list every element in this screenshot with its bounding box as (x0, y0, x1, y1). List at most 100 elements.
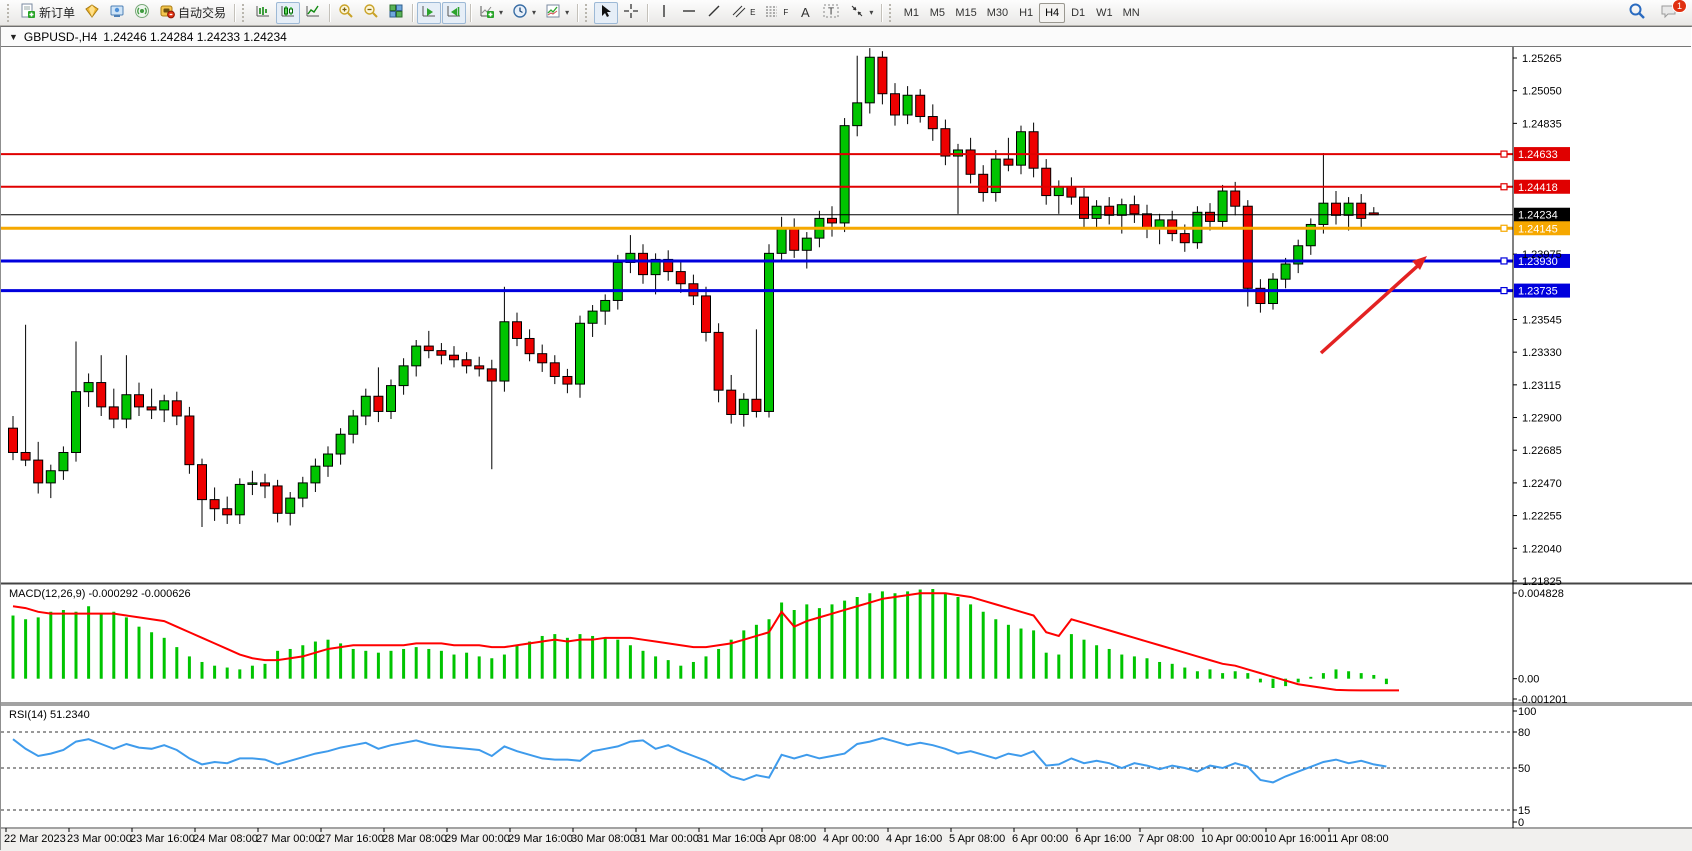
svg-text:23 Mar 16:00: 23 Mar 16:00 (130, 833, 195, 845)
new-order-button[interactable]: 新订单 (16, 2, 79, 24)
zoom-out-icon (363, 3, 379, 22)
market-watch-button[interactable] (105, 2, 129, 24)
indicators-button[interactable]: ▾ (475, 2, 507, 24)
svg-text:29 Mar 16:00: 29 Mar 16:00 (508, 833, 573, 845)
svg-text:1.23930: 1.23930 (1518, 256, 1558, 268)
timeframe-h1-button[interactable]: H1 (1013, 3, 1039, 23)
svg-text:10 Apr 16:00: 10 Apr 16:00 (1264, 833, 1326, 845)
svg-text:6 Apr 00:00: 6 Apr 00:00 (1012, 833, 1068, 845)
search-icon (1628, 2, 1646, 23)
svg-text:3 Apr 08:00: 3 Apr 08:00 (760, 833, 816, 845)
trendline-tool-button[interactable] (702, 2, 726, 24)
templates-button[interactable]: ▾ (541, 2, 573, 24)
candlestick-icon (280, 3, 296, 22)
toolbar-grip[interactable] (585, 4, 590, 22)
svg-text:1.23545: 1.23545 (1522, 314, 1562, 326)
bar-chart-icon (255, 3, 271, 22)
timeframe-m15-button[interactable]: M15 (950, 3, 981, 23)
toolbar-grip[interactable] (889, 4, 894, 22)
svg-text:T: T (828, 7, 834, 18)
text-label-tool-button[interactable]: T (818, 2, 844, 24)
text-tool-button[interactable]: A (793, 2, 817, 24)
chart-shift-button[interactable] (442, 2, 466, 24)
svg-text:1.21825: 1.21825 (1522, 576, 1562, 588)
zoom-out-button[interactable] (359, 2, 383, 24)
svg-text:1.23330: 1.23330 (1522, 347, 1562, 359)
text-label-icon: T (822, 3, 840, 22)
template-icon (545, 3, 561, 22)
timeframe-m30-button[interactable]: M30 (982, 3, 1013, 23)
line-chart-icon (305, 3, 321, 22)
svg-text:1.22685: 1.22685 (1522, 445, 1562, 457)
toolbar-grip[interactable] (7, 4, 12, 22)
svg-text:1.24835: 1.24835 (1522, 118, 1562, 130)
auto-trading-label: 自动交易 (178, 4, 226, 21)
svg-text:1.24234: 1.24234 (1518, 210, 1558, 222)
svg-text:11 Apr 08:00: 11 Apr 08:00 (1327, 833, 1389, 845)
text-tool-icon: A (801, 5, 810, 20)
candlestick-chart-type-button[interactable] (276, 2, 300, 24)
macd-label: MACD(12,26,9) -0.000292 -0.000626 (9, 588, 191, 600)
new-order-icon (20, 3, 36, 22)
svg-text:1.25265: 1.25265 (1522, 53, 1562, 65)
svg-text:24 Mar 08:00: 24 Mar 08:00 (193, 833, 258, 845)
toolbar-separator (647, 4, 648, 22)
svg-text:1.22900: 1.22900 (1522, 413, 1562, 425)
toolbar-grip[interactable] (242, 4, 247, 22)
gold-gem-icon (84, 3, 100, 22)
auto-scroll-button[interactable] (417, 2, 441, 24)
chart-title-bar[interactable]: ▼ GBPUSD-,H4 1.24246 1.24284 1.24233 1.2… (1, 27, 1691, 47)
vertical-line-tool-button[interactable] (652, 2, 676, 24)
crosshair-icon (623, 3, 639, 22)
timeframe-m1-button[interactable]: M1 (898, 3, 924, 23)
fibonacci-tag: F (783, 8, 788, 17)
new-order-label: 新订单 (39, 4, 75, 21)
timeframe-h4-button[interactable]: H4 (1039, 3, 1065, 23)
trendline-icon (706, 3, 722, 22)
svg-text:5 Apr 08:00: 5 Apr 08:00 (949, 833, 1005, 845)
svg-text:22 Mar 2023: 22 Mar 2023 (4, 833, 66, 845)
svg-text:4 Apr 00:00: 4 Apr 00:00 (823, 833, 879, 845)
zoom-in-button[interactable] (334, 2, 358, 24)
svg-text:6 Apr 16:00: 6 Apr 16:00 (1075, 833, 1131, 845)
cursor-tool-button[interactable] (594, 2, 618, 24)
svg-text:1.22255: 1.22255 (1522, 511, 1562, 523)
timeframe-mn-button[interactable]: MN (1118, 3, 1145, 23)
chart-window: ▼ GBPUSD-,H4 1.24246 1.24284 1.24233 1.2… (0, 26, 1692, 850)
chart-canvas[interactable]: MACD(12,26,9) -0.000292 -0.000626RSI(14)… (1, 27, 1692, 851)
toolbar-separator (329, 4, 330, 22)
svg-text:1.23735: 1.23735 (1518, 286, 1558, 298)
dropdown-caret-icon: ▾ (869, 8, 873, 17)
main-toolbar: 新订单 自动交易 ▾ (0, 0, 1692, 26)
bar-chart-type-button[interactable] (251, 2, 275, 24)
svg-text:31 Mar 00:00: 31 Mar 00:00 (634, 833, 699, 845)
notifications-button[interactable]: 1 (1656, 2, 1682, 24)
chart-profiles-button[interactable] (80, 2, 104, 24)
svg-text:7 Apr 08:00: 7 Apr 08:00 (1138, 833, 1194, 845)
search-button[interactable] (1624, 2, 1650, 24)
tile-windows-button[interactable] (384, 2, 408, 24)
svg-text:1.22470: 1.22470 (1522, 478, 1562, 490)
clock-icon (512, 3, 528, 22)
svg-text:-0.001201: -0.001201 (1518, 694, 1568, 706)
fibonacci-tool-button[interactable]: F (760, 2, 792, 24)
dropdown-caret-icon: ▾ (532, 8, 536, 17)
equidistant-channel-tool-button[interactable]: E (727, 2, 759, 24)
auto-trading-button[interactable]: 自动交易 (155, 2, 230, 24)
svg-text:28 Mar 08:00: 28 Mar 08:00 (382, 833, 447, 845)
fibonacci-icon (764, 3, 780, 22)
svg-text:0.004828: 0.004828 (1518, 588, 1564, 600)
svg-text:15: 15 (1518, 805, 1530, 817)
periods-button[interactable]: ▾ (508, 2, 540, 24)
arrows-tool-button[interactable]: ▾ (845, 2, 877, 24)
signals-button[interactable] (130, 2, 154, 24)
timeframe-group: M1M5M15M30H1H4D1W1MN (898, 3, 1144, 23)
timeframe-w1-button[interactable]: W1 (1091, 3, 1118, 23)
horizontal-line-tool-button[interactable] (677, 2, 701, 24)
timeframe-d1-button[interactable]: D1 (1065, 3, 1091, 23)
channel-icon (731, 3, 747, 22)
timeframe-m5-button[interactable]: M5 (924, 3, 950, 23)
crosshair-tool-button[interactable] (619, 2, 643, 24)
line-chart-type-button[interactable] (301, 2, 325, 24)
svg-text:0: 0 (1518, 817, 1524, 829)
